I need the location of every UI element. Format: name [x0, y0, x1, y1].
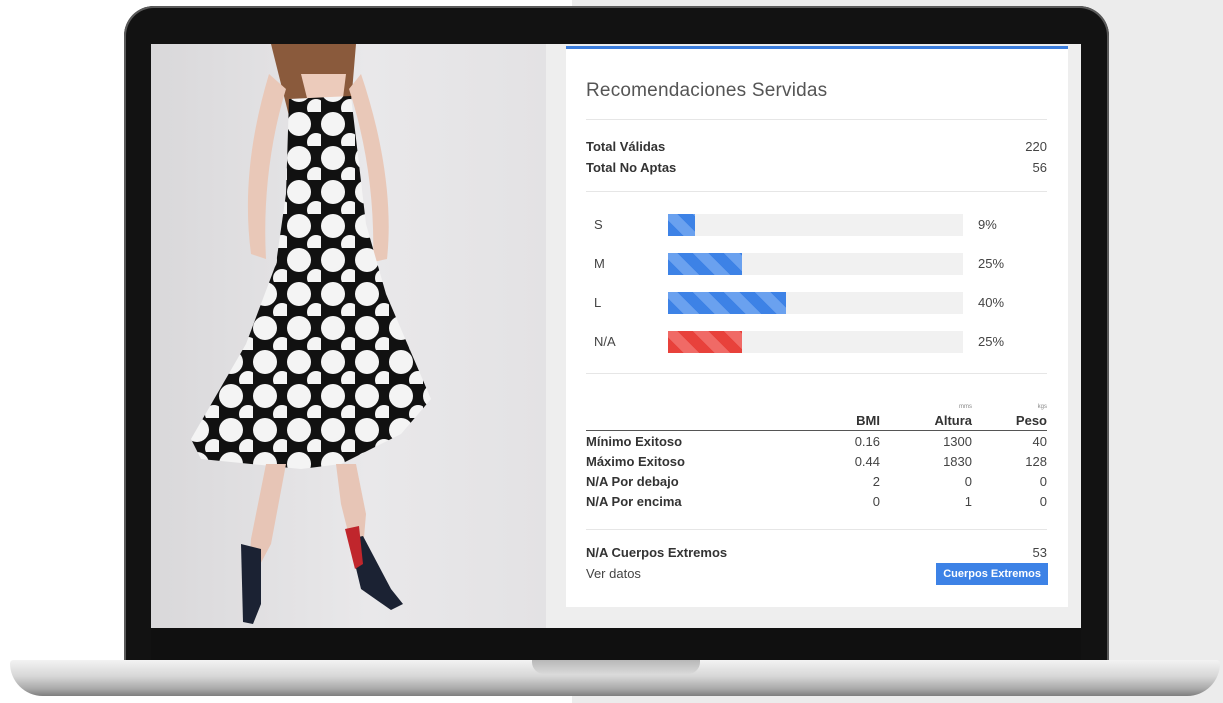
row-label: Máximo Exitoso	[586, 453, 685, 469]
extreme-bodies-label: N/A Cuerpos Extremos	[586, 545, 728, 560]
cell-bmi: 0.16	[854, 433, 880, 449]
cell-bmi: 0.44	[854, 453, 880, 469]
size-label: S	[594, 217, 603, 232]
cell-altura: 0	[964, 473, 972, 489]
header-bmi: BMI	[786, 402, 880, 431]
size-label: L	[594, 295, 602, 310]
extreme-bodies-row: N/A Cuerpos Extremos 53	[586, 545, 1047, 560]
extreme-bodies-value: 53	[1032, 545, 1047, 560]
size-bar-track	[668, 214, 963, 236]
header-altura: mms Altura	[880, 402, 972, 431]
total-no-aptas-label: Total No Aptas	[586, 160, 677, 175]
size-bar-track	[668, 253, 963, 275]
divider	[586, 529, 1047, 530]
cell-peso: 128	[1025, 453, 1047, 469]
row-label: N/A Por encima	[586, 493, 682, 509]
cell-peso: 0	[1039, 493, 1047, 509]
size-bar-row: L 40%	[586, 292, 1047, 314]
cell-altura: 1300	[943, 433, 972, 449]
size-percent: 25%	[978, 334, 1005, 349]
cell-bmi: 0	[872, 493, 880, 509]
total-validas-value: 220	[1025, 139, 1047, 154]
size-percent: 9%	[978, 217, 997, 232]
size-bar-row: M 25%	[586, 253, 1047, 275]
total-no-aptas-value: 56	[1032, 160, 1047, 175]
total-validas-row: Total Válidas 220	[586, 139, 1047, 154]
divider	[586, 191, 1047, 192]
extreme-bodies-button[interactable]: Cuerpos Extremos	[936, 563, 1048, 585]
size-bar-track	[668, 331, 963, 353]
cell-peso: 0	[1039, 473, 1047, 489]
laptop-screen: Recomendaciones Servidas Total Válidas 2…	[151, 44, 1081, 628]
cell-bmi: 2	[872, 473, 880, 489]
size-bar-row: N/A 25%	[586, 331, 1047, 353]
size-percent: 40%	[978, 295, 1005, 310]
size-bar-fill	[668, 253, 742, 275]
size-bar-track	[668, 292, 963, 314]
stats-panel-area: Recomendaciones Servidas Total Válidas 2…	[546, 44, 1081, 628]
table-row: Mínimo Exitoso 0.16 1300 40	[586, 431, 1047, 452]
dress-model-image	[191, 44, 431, 624]
cell-altura: 1830	[943, 453, 972, 469]
card-title: Recomendaciones Servidas	[586, 80, 828, 101]
total-validas-label: Total Válidas	[586, 139, 666, 154]
product-photo	[151, 44, 546, 628]
size-bar-row: S 9%	[586, 214, 1047, 236]
recommendations-card: Recomendaciones Servidas Total Válidas 2…	[566, 46, 1068, 607]
stats-table: BMI mms Altura kgs Peso Mínimo Exitoso 0.1…	[586, 402, 1047, 511]
size-bar-fill	[668, 292, 786, 314]
size-bar-fill	[668, 331, 742, 353]
laptop-chin	[151, 628, 1081, 662]
header-empty	[586, 402, 786, 431]
stats-table-header: BMI mms Altura kgs Peso	[586, 402, 1047, 431]
size-label: N/A	[594, 334, 616, 349]
table-row: Máximo Exitoso 0.44 1830 128	[586, 451, 1047, 471]
row-label: Mínimo Exitoso	[586, 433, 683, 449]
size-percent: 25%	[978, 256, 1005, 271]
cell-altura: 1	[964, 493, 972, 509]
ver-datos-label: Ver datos	[586, 566, 641, 581]
divider	[586, 119, 1047, 120]
size-label: M	[594, 256, 605, 271]
divider	[586, 373, 1047, 374]
cell-peso: 40	[1032, 433, 1047, 449]
total-no-aptas-row: Total No Aptas 56	[586, 160, 1047, 175]
header-peso: kgs Peso	[972, 402, 1047, 431]
table-row: N/A Por debajo 2 0 0	[586, 471, 1047, 491]
laptop-notch	[532, 660, 700, 674]
size-bar-fill	[668, 214, 695, 236]
table-row: N/A Por encima 0 1 0	[586, 491, 1047, 511]
row-label: N/A Por debajo	[586, 473, 679, 489]
